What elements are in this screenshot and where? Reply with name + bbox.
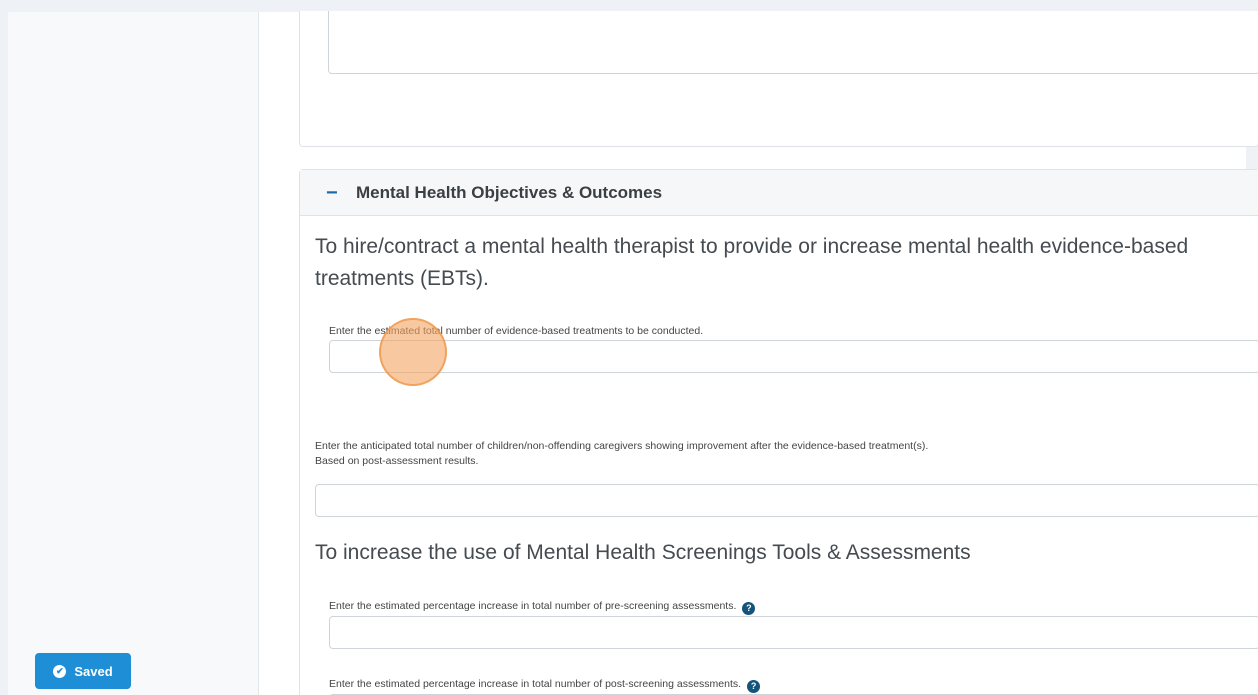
improvement-count-sublabel: Based on post-assessment results. xyxy=(315,455,479,467)
left-pane xyxy=(8,12,258,695)
previous-section-card xyxy=(299,11,1258,147)
help-icon[interactable]: ? xyxy=(742,602,756,615)
improvement-count-label: Enter the anticipated total number of ch… xyxy=(315,440,929,452)
mental-health-objectives-section: − Mental Health Objectives & Outcomes To… xyxy=(299,169,1258,695)
pre-screening-label: Enter the estimated percentage increase … xyxy=(329,600,756,615)
check-circle-icon: ✔ xyxy=(53,664,67,678)
previous-textarea[interactable] xyxy=(328,11,1258,74)
post-screening-label-text: Enter the estimated percentage increase … xyxy=(329,678,742,690)
improvement-count-input[interactable] xyxy=(315,484,1258,517)
saved-label: Saved xyxy=(74,663,113,679)
objective-heading-ebt-line1: To hire/contract a mental health therapi… xyxy=(315,235,1189,258)
collapse-minus-icon[interactable]: − xyxy=(326,183,342,203)
pre-screening-input[interactable] xyxy=(329,616,1258,649)
post-screening-label: Enter the estimated percentage increase … xyxy=(329,678,761,693)
help-icon[interactable]: ? xyxy=(747,680,761,693)
objective-heading-ebt-line2: treatments (EBTs). xyxy=(315,267,489,290)
ebt-count-input[interactable] xyxy=(329,340,1258,373)
section-header[interactable]: − Mental Health Objectives & Outcomes xyxy=(300,170,1258,216)
saved-status-button[interactable]: ✔ Saved xyxy=(35,653,131,689)
form-content-area: − Mental Health Objectives & Outcomes To… xyxy=(258,11,1258,695)
pre-screening-label-text: Enter the estimated percentage increase … xyxy=(329,600,737,612)
objective-heading-screening: To increase the use of Mental Health Scr… xyxy=(315,541,971,564)
section-title: Mental Health Objectives & Outcomes xyxy=(356,182,663,202)
ebt-count-label: Enter the estimated total number of evid… xyxy=(329,325,704,337)
